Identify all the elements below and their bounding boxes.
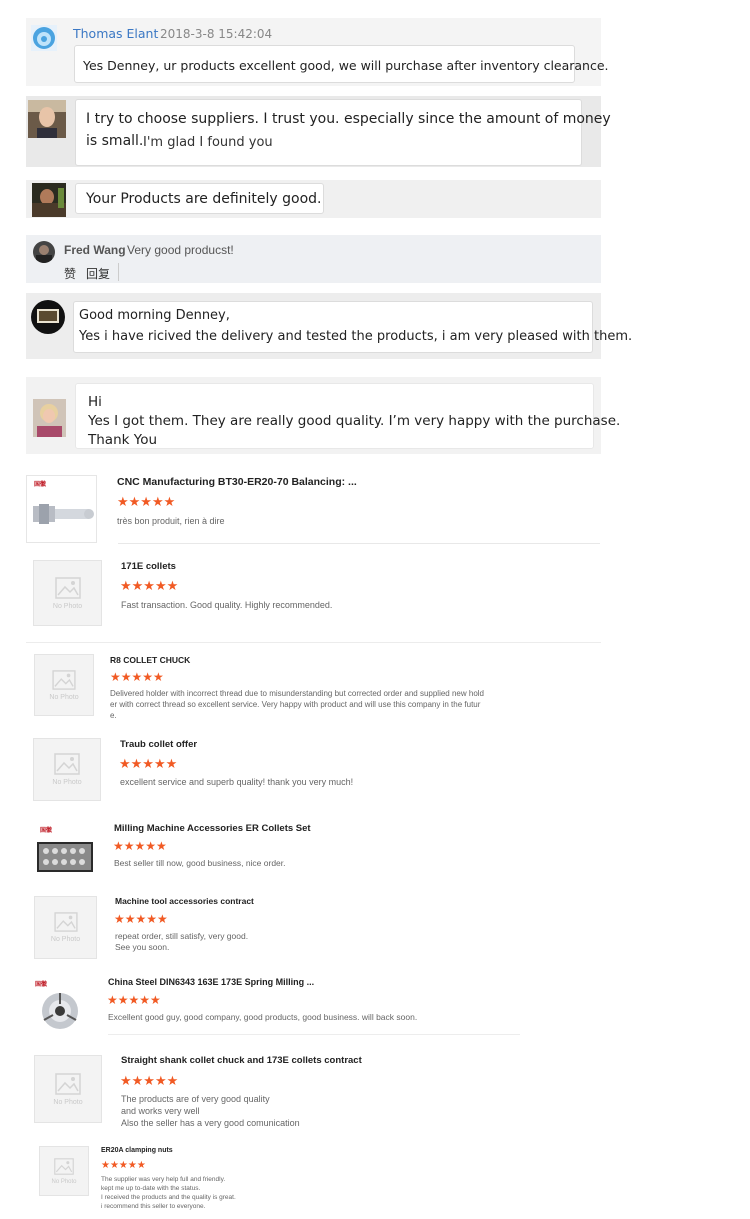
product-image-placeholder[interactable]: No Photo (39, 1146, 89, 1196)
review-title[interactable]: CNC Manufacturing BT30-ER20-70 Balancing… (117, 476, 357, 488)
no-photo-label: No Photo (50, 936, 81, 943)
star-rating: ★★★★★ (101, 1160, 146, 1171)
avatar (28, 100, 66, 138)
review-title[interactable]: Milling Machine Accessories ER Collets S… (114, 823, 311, 834)
divider (108, 1034, 520, 1035)
brand-logo: 国徽 (35, 982, 48, 988)
star-rating: ★★★★★ (113, 839, 167, 853)
product-image-placeholder[interactable]: No Photo (34, 654, 94, 716)
comment-text: Yes i have ricived the delivery and test… (79, 329, 633, 344)
brand-logo: 国徽 (40, 828, 53, 834)
review-title[interactable]: Traub collet offer (120, 739, 197, 750)
comment-author[interactable]: Thomas Elant (73, 26, 158, 41)
comment-bubble: Hi Yes I got them. They are really good … (75, 383, 620, 449)
product-image[interactable]: 国徽 (30, 976, 91, 1034)
product-image[interactable]: 国徽 (26, 475, 97, 543)
like-button[interactable]: 赞 (64, 265, 76, 282)
review-text: Delivered holder with incorrect thread d… (110, 689, 484, 720)
avatar (31, 25, 57, 51)
comment-bubble: Your Products are definitely good. (75, 183, 324, 214)
avatar (32, 183, 66, 217)
product-image-placeholder[interactable]: No Photo (33, 560, 102, 626)
no-photo-label: No Photo (51, 1178, 77, 1185)
review-title[interactable]: ER20A clamping nuts (101, 1147, 173, 1154)
comment-bubble: I try to choose suppliers. I trust you. … (75, 99, 611, 166)
review-title[interactable]: Machine tool accessories contract (115, 896, 254, 906)
comment-date: 2018-3-8 15:42:04 (160, 27, 273, 41)
star-rating: ★★★★★ (117, 494, 176, 509)
comment-text: Thank You (88, 432, 158, 448)
product-image[interactable]: 国徽 (34, 822, 95, 875)
review-title[interactable]: Straight shank collet chuck and 173E col… (121, 1055, 362, 1066)
comment-author[interactable]: Fred Wang (64, 243, 126, 257)
star-rating: ★★★★★ (114, 912, 168, 926)
divider (118, 263, 119, 281)
review-text: The products are of very good quality an… (121, 1094, 300, 1128)
product-image-placeholder[interactable]: No Photo (34, 896, 97, 959)
review-text: excellent service and superb quality! th… (120, 777, 354, 787)
review-title[interactable]: R8 COLLET CHUCK (110, 655, 190, 665)
no-photo-label: No Photo (52, 779, 82, 786)
review-text: Fast transaction. Good quality. Highly r… (121, 600, 333, 610)
comment-text: Very good producst! (127, 243, 234, 257)
comment-text: Yes Denney, ur products excellent good, … (83, 58, 609, 73)
comment-text: Yes I got them. They are really good qua… (88, 413, 621, 429)
review-text: très bon produit, rien à dire (117, 516, 225, 526)
brand-logo: 国徽 (34, 482, 47, 488)
reply-button[interactable]: 回复 (86, 265, 110, 282)
no-photo-label: No Photo (52, 602, 83, 610)
comment-text: Your Products are definitely good. (86, 191, 322, 207)
avatar (31, 300, 65, 334)
comment-bubble: Yes Denney, ur products excellent good, … (74, 45, 609, 83)
product-image-placeholder[interactable]: No Photo (33, 738, 101, 801)
star-rating: ★★★★★ (110, 670, 164, 684)
comment-text: Hi (88, 394, 102, 410)
review-title[interactable]: 171E collets (121, 561, 176, 572)
comment-text: I'm glad I found you (143, 135, 273, 150)
divider (26, 642, 601, 643)
product-image-placeholder[interactable]: No Photo (34, 1055, 102, 1123)
avatar (33, 399, 66, 437)
review-text: repeat order, still satisfy, very good. … (115, 931, 249, 952)
comment-text: Good morning Denney, (79, 308, 230, 323)
star-rating: ★★★★★ (119, 756, 178, 771)
review-title[interactable]: China Steel DIN6343 163E 173E Spring Mil… (108, 977, 314, 987)
star-rating: ★★★★★ (120, 1073, 179, 1088)
no-photo-label: No Photo (49, 693, 79, 701)
comment-bubble: Good morning Denney, Yes i have ricived … (73, 301, 632, 353)
star-rating: ★★★★★ (107, 993, 161, 1007)
avatar (33, 241, 55, 263)
star-rating: ★★★★★ (120, 578, 179, 593)
review-text: Best seller till now, good business, nic… (114, 858, 286, 868)
divider (118, 543, 600, 544)
no-photo-label: No Photo (53, 1098, 83, 1106)
comment-text: is small. (86, 133, 144, 149)
review-text: The supplier was very help full and frie… (101, 1176, 236, 1210)
comment-text: I try to choose suppliers. I trust you. … (86, 111, 611, 127)
review-text: Excellent good guy, good company, good p… (108, 1012, 418, 1022)
